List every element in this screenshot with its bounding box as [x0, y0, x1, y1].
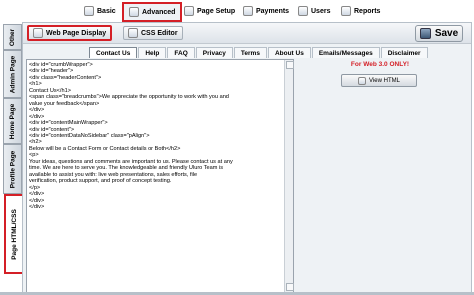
side-tab-other-label: Other: [9, 28, 16, 46]
users-icon: [298, 6, 308, 16]
tab-page-setup-label: Page Setup: [197, 7, 236, 15]
tab-advanced[interactable]: Advanced: [122, 2, 183, 22]
tab-about-us[interactable]: About Us: [267, 47, 311, 58]
tab-basic[interactable]: Basic: [84, 4, 116, 18]
tab-faq[interactable]: FAQ: [167, 47, 195, 58]
view-html-label: View HTML: [369, 77, 400, 84]
save-button[interactable]: Save: [415, 25, 463, 42]
tab-advanced-label: Advanced: [142, 8, 176, 16]
top-navigation: Basic Advanced Page Setup Payments Users…: [0, 0, 474, 22]
view-html-button[interactable]: View HTML: [341, 74, 417, 87]
tab-basic-label: Basic: [97, 7, 116, 15]
side-tab-profile-page[interactable]: Profile Page: [3, 144, 22, 194]
side-tab-other[interactable]: Other: [3, 24, 22, 50]
tab-terms[interactable]: Terms: [233, 47, 267, 58]
view-html-icon: [358, 76, 367, 85]
right-panel: For Web 3.0 ONLY! View HTML: [298, 59, 462, 119]
css-editor-icon: [128, 28, 138, 38]
web-page-display-button[interactable]: Web Page Display: [27, 25, 113, 41]
page-tabs: Contact Us Help FAQ Privacy Terms About …: [89, 47, 429, 58]
tab-disclaimer[interactable]: Disclaimer: [380, 47, 428, 58]
scroll-down-icon[interactable]: [286, 283, 294, 291]
tab-reports-label: Reports: [354, 7, 381, 15]
css-editor-label: CSS Editor: [141, 29, 178, 37]
css-editor-button[interactable]: CSS Editor: [123, 26, 183, 40]
save-icon: [419, 28, 431, 39]
tab-users-label: Users: [311, 7, 331, 15]
tab-payments[interactable]: Payments: [243, 4, 289, 18]
side-tab-admin-page-label: Admin Page: [9, 55, 16, 93]
html-code-text[interactable]: <div id="crumbWrapper"> <div id="header"…: [29, 62, 283, 290]
side-tab-home-page-label: Home Page: [9, 103, 16, 139]
side-tabs: Other Admin Page Home Page Profile Page …: [0, 22, 25, 295]
side-tab-home-page[interactable]: Home Page: [3, 98, 22, 144]
editor-toolbar: Web Page Display CSS Editor Save: [23, 23, 471, 44]
monitor-icon: [33, 28, 43, 38]
main-panel: Web Page Display CSS Editor Save Contact…: [22, 22, 472, 295]
side-tab-profile-page-label: Profile Page: [9, 150, 17, 188]
reports-icon: [341, 6, 351, 16]
tab-reports[interactable]: Reports: [341, 4, 380, 18]
tab-emails-messages[interactable]: Emails/Messages: [311, 47, 380, 58]
advanced-icon: [129, 7, 139, 17]
tab-privacy[interactable]: Privacy: [195, 47, 233, 58]
side-tab-page-html-css-label: Page HTML/CSS: [11, 208, 18, 260]
page-setup-icon: [184, 6, 194, 16]
tab-help[interactable]: Help: [138, 47, 167, 58]
basic-icon: [84, 6, 94, 16]
side-tab-admin-page[interactable]: Admin Page: [3, 50, 22, 98]
web-page-display-label: Web Page Display: [46, 29, 107, 37]
tab-payments-label: Payments: [256, 7, 290, 15]
web30-notice: For Web 3.0 ONLY!: [350, 61, 410, 68]
tab-page-setup[interactable]: Page Setup: [184, 4, 235, 18]
save-label: Save: [434, 28, 459, 39]
editor-scrollbar[interactable]: [284, 60, 294, 292]
tab-contact-us[interactable]: Contact Us: [89, 47, 138, 58]
tab-users[interactable]: Users: [298, 4, 330, 18]
scroll-up-icon[interactable]: [286, 61, 294, 69]
payments-icon: [243, 6, 253, 16]
html-editor[interactable]: <div id="crumbWrapper"> <div id="header"…: [26, 59, 294, 293]
